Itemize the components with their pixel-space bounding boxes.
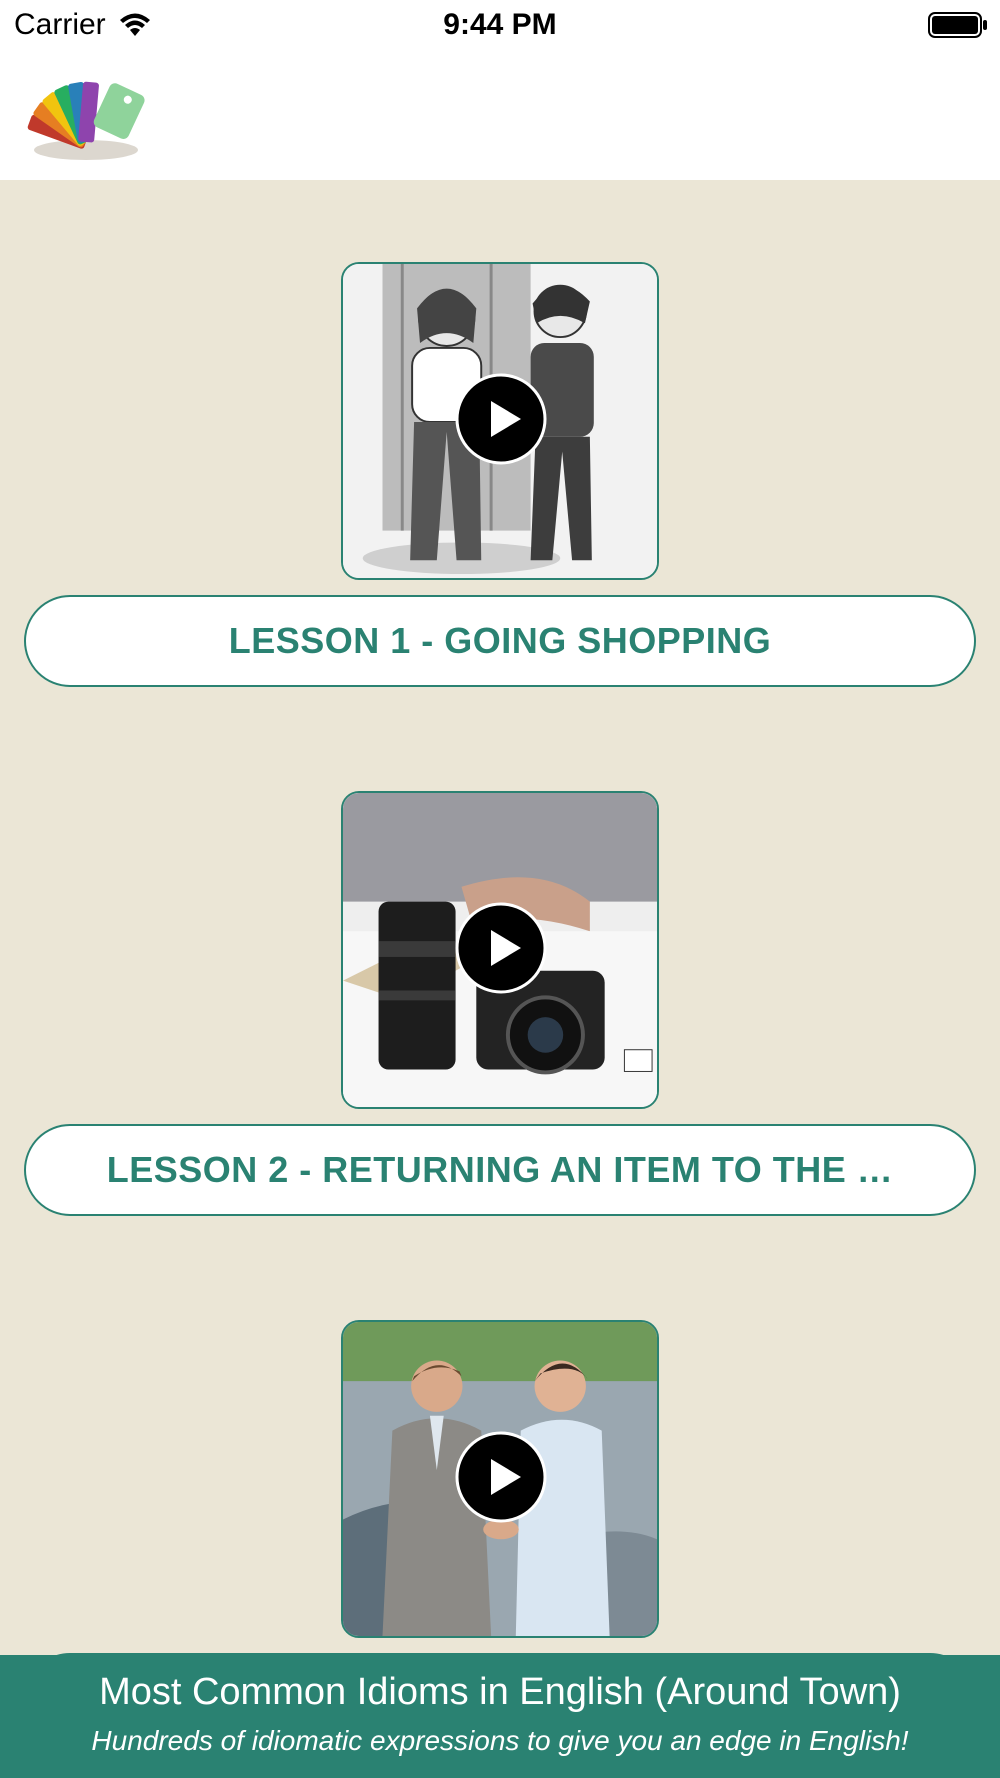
lesson-label: LESSON 2 - RETURNING AN ITEM TO THE … [106,1149,894,1190]
nav-bar [0,52,1000,180]
play-icon[interactable] [455,902,547,994]
lesson-thumbnail[interactable] [341,262,659,580]
lesson-label: LESSON 1 - GOING SHOPPING [228,620,772,661]
status-bar: Carrier 9:44 PM [0,0,1000,52]
battery-icon [928,12,987,38]
lesson-list[interactable]: LESSON 1 - GOING SHOPPING LESSON 2 - RET… [0,180,1000,1655]
lesson-thumbnail[interactable] [341,1320,659,1638]
footer-subtitle: Hundreds of idiomatic expressions to giv… [91,1725,909,1756]
lesson-2-button[interactable]: LESSON 2 - RETURNING AN ITEM TO THE … [24,1124,976,1216]
clock: 9:44 PM [443,8,557,41]
lesson-thumbnail[interactable] [341,791,659,1109]
play-icon[interactable] [455,373,547,465]
flashcard-fan-logo-icon[interactable] [24,70,148,164]
play-icon[interactable] [455,1431,547,1523]
footer-title: Most Common Idioms in English (Around To… [99,1671,901,1713]
lesson-1-button[interactable]: LESSON 1 - GOING SHOPPING [24,595,976,687]
footer-banner: Most Common Idioms in English (Around To… [0,1655,1000,1778]
